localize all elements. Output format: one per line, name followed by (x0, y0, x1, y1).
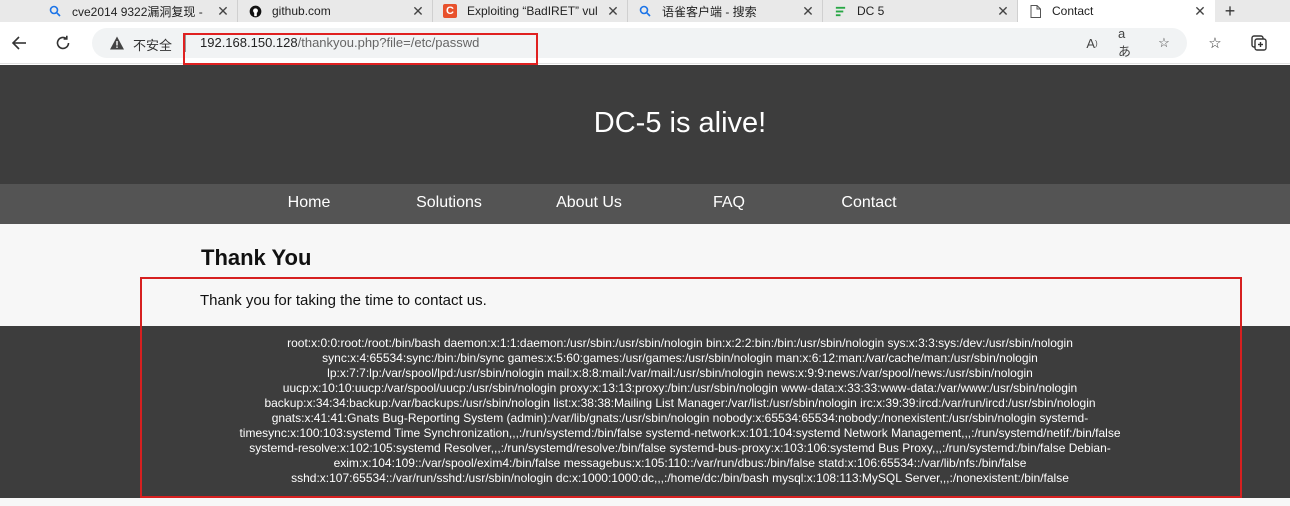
site-title: DC-5 is alive! (593, 107, 767, 139)
nav-solutions[interactable]: Solutions (379, 194, 519, 212)
close-tab-icon[interactable]: ✕ (408, 3, 428, 20)
arrow-left-icon (11, 36, 26, 50)
warning-icon (110, 36, 124, 50)
page-heading: Thank You (201, 245, 312, 270)
web-page: DC-5 is alive! Home Solutions About Us F… (0, 65, 1290, 506)
nav-contact[interactable]: Contact (799, 194, 939, 212)
c-logo-icon: C (443, 4, 457, 18)
tab-github[interactable]: github.com ✕ (238, 0, 433, 22)
security-label[interactable]: 不安全 (133, 35, 172, 54)
tab-label: Exploiting “BadIRET” vul (467, 4, 598, 18)
new-tab-button[interactable]: + (1215, 0, 1245, 22)
tab-label: Contact (1052, 4, 1094, 18)
nav-about-us[interactable]: About Us (519, 194, 659, 212)
back-button[interactable] (7, 31, 31, 55)
favorites-button[interactable]: ☆ (1203, 31, 1227, 55)
tab-label: github.com (272, 4, 331, 18)
collections-button[interactable] (1247, 31, 1271, 55)
tab-yuque-search[interactable]: 语雀客户端 - 搜索 ✕ (628, 0, 823, 22)
add-favorite-icon[interactable]: ☆ (1154, 34, 1174, 52)
page-icon (1028, 4, 1042, 18)
tab-contact[interactable]: Contact ✕ (1018, 0, 1215, 22)
tab-exploiting-badiret[interactable]: C Exploiting “BadIRET” vul ✕ (433, 0, 628, 22)
tab-label: cve2014 9322漏洞复现 - (72, 4, 203, 19)
document-icon (833, 4, 847, 18)
tab-label: 语雀客户端 - 搜索 (662, 4, 757, 19)
search-icon (48, 4, 62, 18)
github-icon (248, 4, 262, 18)
nav-home[interactable]: Home (239, 194, 379, 212)
read-aloud-icon[interactable]: A) (1082, 34, 1102, 52)
url-highlight-box (183, 33, 538, 65)
favorites-icon: ☆ (1208, 35, 1222, 52)
tab-label: DC 5 (857, 4, 885, 18)
close-tab-icon[interactable]: ✕ (993, 3, 1013, 20)
nav-faq[interactable]: FAQ (659, 194, 799, 212)
translate-icon[interactable]: aあ (1118, 26, 1138, 59)
collections-icon (1251, 35, 1267, 51)
reload-button[interactable] (51, 31, 75, 55)
close-tab-icon[interactable]: ✕ (213, 3, 233, 20)
refresh-icon (56, 35, 70, 50)
tab-cve-search[interactable]: cve2014 9322漏洞复现 - ✕ (38, 0, 238, 22)
close-tab-icon[interactable]: ✕ (603, 3, 623, 20)
tab-strip: cve2014 9322漏洞复现 - ✕ github.com ✕ C Expl… (0, 0, 1290, 22)
close-tab-icon[interactable]: ✕ (1190, 3, 1210, 20)
search-icon (638, 4, 652, 18)
close-tab-icon[interactable]: ✕ (798, 3, 818, 20)
site-header: DC-5 is alive! (0, 65, 1290, 184)
content-highlight-box (140, 277, 1242, 498)
site-nav: Home Solutions About Us FAQ Contact (0, 184, 1290, 224)
tab-dc5[interactable]: DC 5 ✕ (823, 0, 1018, 22)
